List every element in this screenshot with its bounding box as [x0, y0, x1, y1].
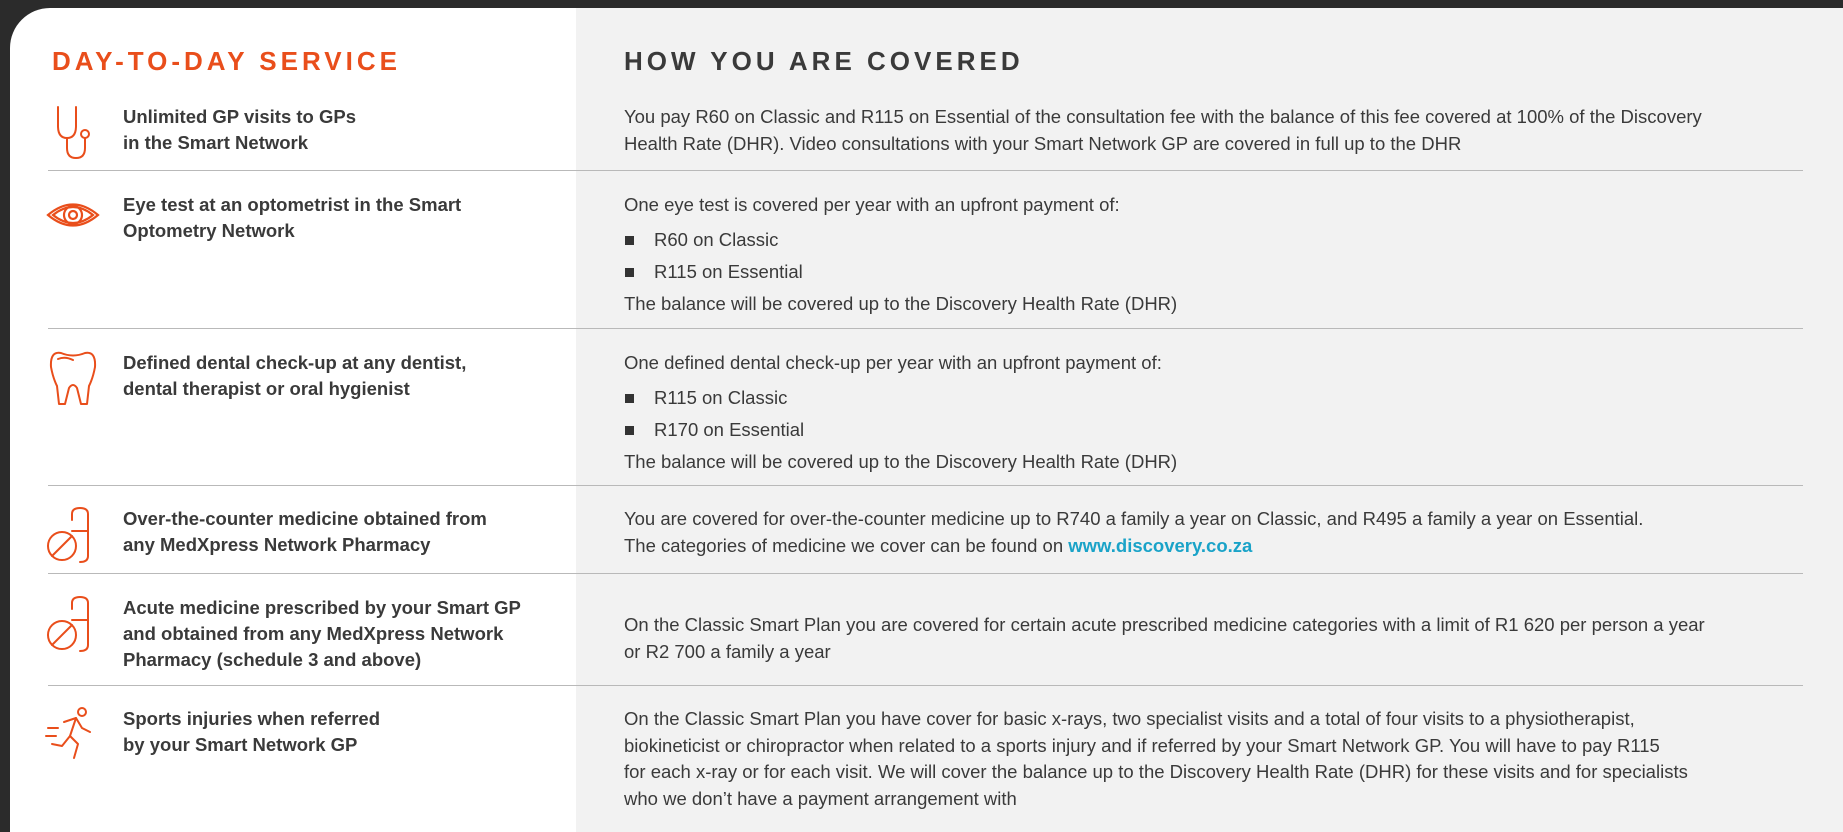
sports-injuries-title: Sports injuries when referred by your Sm… — [123, 706, 543, 758]
dental-description: One defined dental check-up per year wit… — [624, 350, 1804, 475]
row-divider — [48, 485, 1803, 486]
row-divider — [48, 573, 1803, 574]
desc-line: biokineticist or chiropractor when relat… — [624, 734, 1660, 756]
desc-line: On the Classic Smart Plan you are covere… — [624, 614, 1705, 635]
title-line: Defined dental check-up at any dentist, — [123, 352, 467, 373]
title-line: Pharmacy (schedule 3 and above) — [123, 649, 422, 670]
row-divider — [48, 170, 1803, 171]
otc-medicine-description: You are covered for over-the-counter med… — [624, 506, 1804, 559]
desc-intro: One eye test is covered per year with an… — [624, 194, 1120, 215]
eye-test-title: Eye test at an optometrist in the Smart … — [123, 192, 543, 244]
desc-line: The categories of medicine we cover can … — [624, 533, 1804, 560]
title-line: and obtained from any MedXpress Network — [123, 623, 504, 644]
gp-visits-title: Unlimited GP visits to GPs in the Smart … — [123, 104, 543, 156]
list-item: R115 on Essential — [624, 256, 1804, 288]
medicine-icon — [44, 595, 102, 653]
desc-line: You pay R60 on Classic and R115 on Essen… — [624, 106, 1702, 127]
title-line: Acute medicine prescribed by your Smart … — [123, 597, 521, 618]
coverage-card: DAY-TO-DAY SERVICE HOW YOU ARE COVERED U… — [10, 8, 1843, 832]
eye-test-description: One eye test is covered per year with an… — [624, 192, 1804, 317]
otc-medicine-title: Over-the-counter medicine obtained from … — [123, 506, 543, 558]
desc-line: You are covered for over-the-counter med… — [624, 508, 1644, 529]
title-line: Unlimited GP visits to GPs — [123, 106, 357, 127]
row-divider — [48, 328, 1803, 329]
gp-visits-description: You pay R60 on Classic and R115 on Essen… — [624, 104, 1804, 157]
desc-outro: The balance will be covered up to the Di… — [624, 450, 1178, 472]
title-line: Sports injuries when referred — [123, 708, 381, 729]
desc-line: who we don’t have a payment arrangement … — [624, 787, 1017, 809]
eye-icon — [44, 186, 102, 244]
title-line: by your Smart Network GP — [123, 734, 358, 755]
payment-list: R60 on Classic R115 on Essential — [624, 224, 1804, 288]
acute-medicine-title: Acute medicine prescribed by your Smart … — [123, 595, 543, 673]
desc-intro: One defined dental check-up per year wit… — [624, 352, 1162, 373]
desc-outro: The balance will be covered up to the Di… — [624, 292, 1178, 314]
stethoscope-icon — [44, 104, 102, 162]
list-item: R170 on Essential — [624, 414, 1804, 446]
desc-line: Health Rate (DHR). Video consultations w… — [624, 132, 1462, 154]
acute-medicine-description: On the Classic Smart Plan you are covere… — [624, 612, 1804, 665]
sports-injuries-description: On the Classic Smart Plan you have cover… — [624, 706, 1804, 812]
service-heading: DAY-TO-DAY SERVICE — [52, 46, 401, 76]
runner-icon — [44, 706, 102, 764]
title-line: Optometry Network — [123, 220, 295, 241]
title-line: Eye test at an optometrist in the Smart — [123, 194, 462, 215]
medicine-icon — [44, 506, 102, 564]
list-item: R115 on Classic — [624, 382, 1804, 414]
discovery-website-link[interactable]: www.discovery.co.za — [1068, 535, 1252, 556]
desc-text: The categories of medicine we cover can … — [624, 534, 1069, 556]
tooth-icon — [44, 350, 102, 408]
title-line: dental therapist or oral hygienist — [123, 378, 410, 399]
title-line: Over-the-counter medicine obtained from — [123, 508, 487, 529]
desc-line: for each x-ray or for each visit. We wil… — [624, 761, 1688, 782]
cover-heading: HOW YOU ARE COVERED — [624, 46, 1024, 76]
list-item: R60 on Classic — [624, 224, 1804, 256]
title-line: in the Smart Network — [123, 132, 309, 153]
title-line: any MedXpress Network Pharmacy — [123, 534, 431, 555]
desc-line: On the Classic Smart Plan you have cover… — [624, 708, 1635, 729]
row-divider — [48, 685, 1803, 686]
desc-line: or R2 700 a family a year — [624, 640, 831, 662]
payment-list: R115 on Classic R170 on Essential — [624, 382, 1804, 446]
dental-title: Defined dental check-up at any dentist, … — [123, 350, 543, 402]
